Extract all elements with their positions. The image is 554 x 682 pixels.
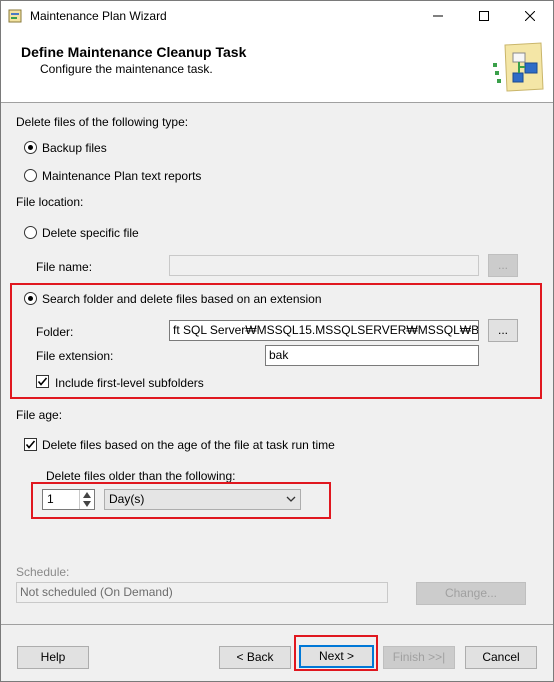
delete-specific-file-radio[interactable]: [24, 226, 37, 239]
backup-files-label[interactable]: Backup files: [42, 141, 107, 155]
minimize-button[interactable]: [415, 1, 461, 31]
close-button[interactable]: [507, 1, 553, 31]
chevron-down-icon: [286, 496, 296, 502]
search-folder-radio[interactable]: [24, 292, 37, 305]
cancel-button[interactable]: Cancel: [465, 646, 537, 669]
next-button[interactable]: Next >: [299, 645, 374, 668]
footer-separator: [1, 624, 553, 625]
search-folder-label[interactable]: Search folder and delete files based on …: [42, 292, 322, 306]
file-location-label: File location:: [16, 195, 84, 209]
age-unit-value: Day(s): [109, 492, 145, 506]
wizard-window: Maintenance Plan Wizard Define Maintenan…: [0, 0, 554, 682]
older-than-label: Delete files older than the following:: [46, 469, 236, 483]
page-subtitle: Configure the maintenance task.: [40, 62, 213, 76]
page-title: Define Maintenance Cleanup Task: [21, 44, 247, 60]
file-name-label: File name:: [36, 260, 93, 274]
folder-browse-button[interactable]: ...: [488, 319, 518, 342]
back-button[interactable]: < Back: [219, 646, 291, 669]
spin-up-icon[interactable]: [83, 492, 91, 498]
spinner-buttons[interactable]: [79, 490, 94, 509]
age-amount-value: 1: [47, 492, 54, 506]
text-reports-radio[interactable]: [24, 169, 37, 182]
maximize-button[interactable]: [461, 1, 507, 31]
delete-specific-file-label[interactable]: Delete specific file: [42, 226, 139, 240]
file-extension-label: File extension:: [36, 349, 114, 363]
schedule-label: Schedule:: [16, 565, 70, 579]
change-schedule-button[interactable]: Change...: [416, 582, 526, 605]
file-name-input[interactable]: [169, 255, 479, 276]
title-bar: Maintenance Plan Wizard: [1, 1, 553, 31]
window-title: Maintenance Plan Wizard: [30, 9, 167, 23]
checkmark-icon: [37, 377, 48, 386]
file-extension-input[interactable]: bak: [265, 345, 479, 366]
folder-label: Folder:: [36, 325, 74, 339]
text-reports-label[interactable]: Maintenance Plan text reports: [42, 169, 201, 183]
file-name-browse-button[interactable]: ...: [488, 254, 518, 277]
help-button[interactable]: Help: [17, 646, 89, 669]
app-icon: [8, 9, 22, 23]
checkmark-icon: [25, 440, 36, 449]
close-icon: [524, 10, 536, 22]
include-subfolders-checkbox[interactable]: [36, 375, 49, 388]
delete-by-age-checkbox[interactable]: [24, 438, 37, 451]
maximize-icon: [479, 11, 489, 21]
delete-by-age-label[interactable]: Delete files based on the age of the fil…: [42, 438, 335, 452]
wizard-graphic-icon: [493, 42, 544, 92]
include-subfolders-label[interactable]: Include first-level subfolders: [55, 376, 204, 390]
file-type-label: Delete files of the following type:: [16, 115, 189, 129]
spin-down-icon[interactable]: [83, 501, 91, 507]
wizard-header: Define Maintenance Cleanup Task Configur…: [1, 31, 553, 103]
schedule-input[interactable]: Not scheduled (On Demand): [16, 582, 388, 603]
file-age-label: File age:: [16, 408, 63, 422]
folder-input[interactable]: ft SQL Server₩MSSQL15.MSSQLSERVER₩MSSQL₩…: [169, 320, 479, 341]
backup-files-radio[interactable]: [24, 141, 37, 154]
minimize-icon: [433, 15, 443, 17]
age-unit-select[interactable]: Day(s): [104, 489, 301, 510]
age-amount-spinner[interactable]: 1: [42, 489, 95, 510]
finish-button[interactable]: Finish >>|: [383, 646, 455, 669]
